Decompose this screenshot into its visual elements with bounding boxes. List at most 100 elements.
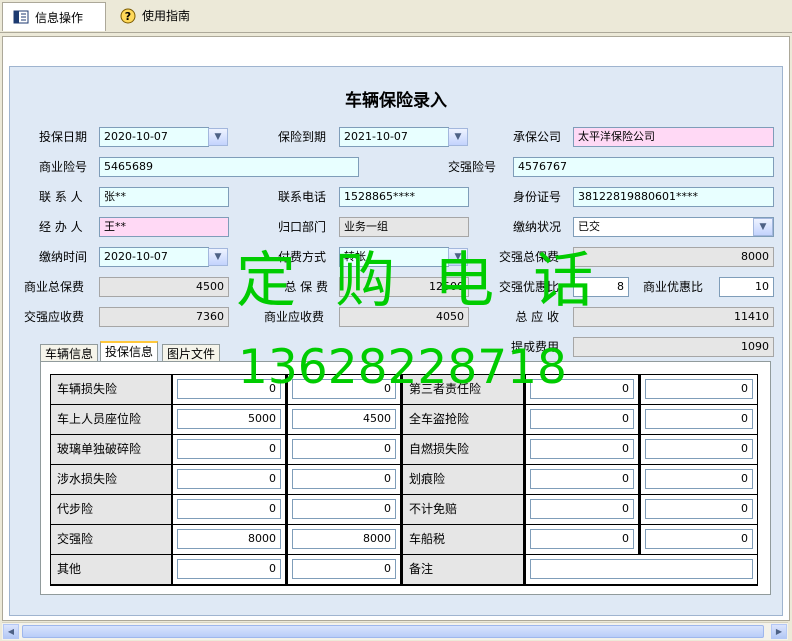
grid-label: 涉水损失险 [51,465,171,494]
grid-value-cell: 0 [288,555,400,584]
chengbao-field[interactable]: 太平洋保险公司 [573,127,774,147]
grid-value-input[interactable]: 0 [177,559,281,579]
idcard-field[interactable]: 38122819880601**** [573,187,774,207]
grid-label: 全车盗抢险 [403,405,523,434]
baoxian-daoqi-field[interactable]: 2021-10-07 [339,127,449,147]
watermark-line2: 13628228718 [238,340,567,395]
svg-text:?: ? [125,10,131,23]
grid-value-cell: 0 [641,465,757,494]
grid-value-cell: 0 [526,465,638,494]
grid-value-cell: 0 [526,435,638,464]
grid-value-cell: 0 [641,405,757,434]
label-phone: 联系电话 [278,190,327,204]
page-title: 车辆保险录入 [345,91,447,111]
grid-value-cell: 4500 [288,405,400,434]
grid-value-input[interactable]: 0 [177,469,281,489]
jingban-field[interactable]: 王** [99,217,229,237]
grid-value-input[interactable]: 8000 [292,529,396,549]
grid-value-cell: 0 [641,525,757,554]
watermark-line1: 定 购 电 话 [236,246,604,316]
tab-user-guide-label: 使用指南 [142,8,191,23]
chevron-down-icon[interactable]: ▼ [448,128,468,146]
label-idcard: 身份证号 [513,190,562,204]
commission-field[interactable]: 1090 [573,337,774,357]
label-chengbao: 承保公司 [513,130,562,144]
grid-value-cell: 0 [526,405,638,434]
grid-value-cell: 0 [526,495,638,524]
grid-label: 车船税 [403,525,523,554]
label-jingban: 经 办 人 [39,220,83,234]
chevron-down-icon[interactable]: ▼ [753,218,773,236]
grid-label: 其他 [51,555,171,584]
grid-value-input[interactable]: 0 [645,469,753,489]
label-toubao-date: 投保日期 [39,130,88,144]
grid-value-cell: 8000 [173,525,285,554]
toubao-date-field[interactable]: 2020-10-07 [99,127,209,147]
grid-value-cell: 8000 [288,525,400,554]
grid-value-cell: 0 [526,525,638,554]
jiaona-time-field[interactable]: 2020-10-07 [99,247,209,267]
grid-value-cell: 0 [288,495,400,524]
lianxiren-field[interactable]: 张** [99,187,229,207]
grid-value-input[interactable]: 0 [645,379,753,399]
scroll-right-icon[interactable]: ▶ [771,624,787,639]
grid-value-input[interactable]: 4500 [292,409,396,429]
grid-value-cell: 0 [173,495,285,524]
grid-value-input[interactable]: 0 [530,439,634,459]
form-icon [13,10,29,24]
jq-due-field[interactable]: 7360 [99,307,229,327]
grid-value-input[interactable]: 0 [530,499,634,519]
shangye-no-field[interactable]: 5465689 [99,157,359,177]
tab-info-operation[interactable]: 信息操作 [2,2,106,31]
grid-value-cell: 0 [288,435,400,464]
grid-label: 玻璃单独破碎险 [51,435,171,464]
grid-value-input[interactable]: 0 [177,499,281,519]
label-baoxian-daoqi: 保险到期 [278,130,327,144]
grid-value-input[interactable]: 0 [292,499,396,519]
grid-value-cell: 0 [288,465,400,494]
label-jiaona-time: 缴纳时间 [39,250,88,264]
grid-value-input[interactable]: 0 [530,469,634,489]
grid-value-cell: 0 [641,375,757,404]
remarks-cell [526,555,757,584]
tab-info-operation-label: 信息操作 [35,10,84,25]
chevron-down-icon[interactable]: ▼ [208,248,228,266]
grid-value-cell: 0 [641,435,757,464]
horizontal-scrollbar[interactable]: ◀ ▶ [2,622,788,640]
sy-total-field[interactable]: 4500 [99,277,229,297]
grid-value-input[interactable]: 0 [292,439,396,459]
grid-value-cell: 0 [641,495,757,524]
grid-value-input[interactable]: 0 [530,529,634,549]
grid-value-input[interactable]: 8000 [177,529,281,549]
help-icon: ? [120,8,136,24]
scroll-left-icon[interactable]: ◀ [3,624,19,639]
jiaoqiang-no-field[interactable]: 4576767 [513,157,774,177]
phone-field[interactable]: 1528865**** [339,187,469,207]
grid-label: 自燃损失险 [403,435,523,464]
tab-user-guide[interactable]: ? 使用指南 [110,2,200,28]
insurance-grid: 车辆损失险 0 0 第三者责任险 0 0 车上人员座位险 5000 4500 全车盗抢险 0 0 玻璃单… [50,374,758,586]
grid-value-cell: 5000 [173,405,285,434]
grid-label: 交强险 [51,525,171,554]
grid-value-input[interactable]: 0 [530,409,634,429]
remarks-input[interactable] [530,559,753,579]
grid-value-input[interactable]: 0 [292,469,396,489]
grid-value-input[interactable]: 5000 [177,409,281,429]
grid-value-cell: 0 [173,435,285,464]
grid-value-cell: 0 [173,555,285,584]
chevron-down-icon[interactable]: ▼ [208,128,228,146]
sy-discount-field[interactable]: 10 [719,277,774,297]
top-tab-bar: 信息操作 ? 使用指南 [0,0,792,33]
grid-label: 代步险 [51,495,171,524]
label-shangye-no: 商业险号 [39,160,88,174]
grid-label: 划痕险 [403,465,523,494]
grid-value-input[interactable]: 0 [292,559,396,579]
grid-value-input[interactable]: 0 [645,439,753,459]
grid-value-input[interactable]: 0 [645,529,753,549]
label-jiaoqiang-no: 交强险号 [448,160,497,174]
grid-value-input[interactable]: 0 [177,439,281,459]
scroll-thumb[interactable] [22,625,764,638]
grid-value-input[interactable]: 0 [645,499,753,519]
grid-value-input[interactable]: 0 [645,409,753,429]
grid-label: 不计免赔 [403,495,523,524]
